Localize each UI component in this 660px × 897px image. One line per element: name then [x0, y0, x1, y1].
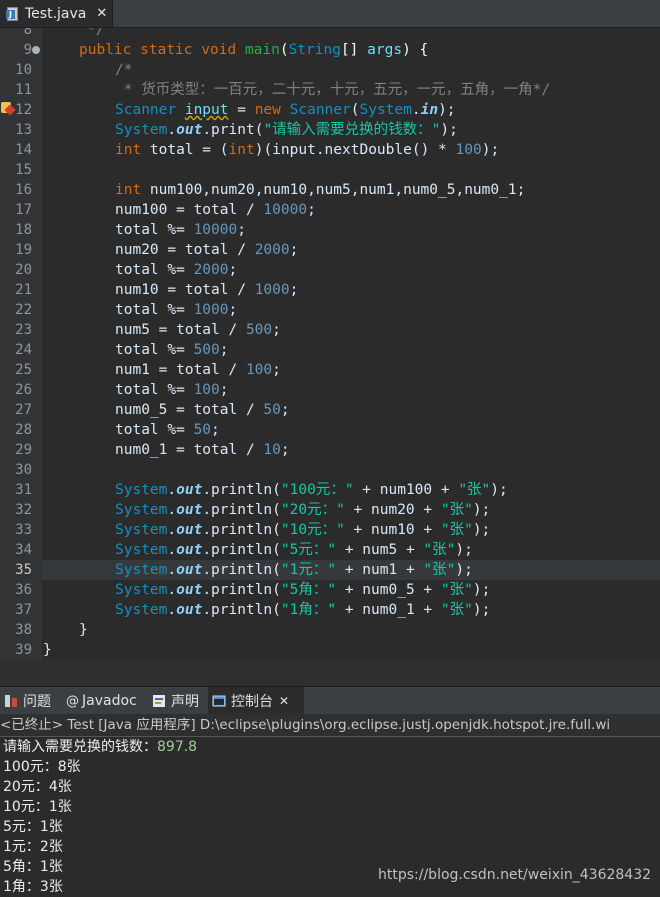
- close-tab-icon[interactable]: ✕: [96, 6, 107, 21]
- line-number: 14: [15, 142, 32, 158]
- line-number: 20: [15, 262, 32, 278]
- code-lines[interactable]: */ public static void main(String[] args…: [42, 28, 660, 660]
- console-icon: [212, 694, 226, 708]
- line-number: 27: [15, 402, 32, 418]
- line-number: 25: [15, 362, 32, 378]
- code-line: total %= 500;: [115, 342, 229, 358]
- fold-toggle-icon[interactable]: [32, 46, 40, 54]
- code-line: total %= 10000;: [115, 222, 246, 238]
- code-line: total %= 50;: [115, 422, 220, 438]
- line-number: 21: [15, 282, 32, 298]
- code-line: * 货币类型：一百元，二十元，十元，五元，一元，五角，一角*/: [115, 82, 551, 98]
- line-number: 31: [15, 482, 32, 498]
- console-line: 100元：8张: [3, 759, 81, 775]
- java-file-icon: J: [6, 6, 20, 21]
- line-number: 24: [15, 342, 32, 358]
- code-line: num100 = total / 10000;: [115, 202, 316, 218]
- code-line: /*: [115, 62, 133, 78]
- code-line: System.out.println("1角：" + num0_1 + "张")…: [115, 602, 491, 618]
- console-line: 5元：1张: [3, 819, 63, 835]
- tab-javadoc[interactable]: @ Javadoc: [66, 687, 137, 714]
- code-line: total %= 1000;: [115, 302, 238, 318]
- console-line: 5角：1张: [3, 859, 63, 875]
- declaration-icon: [152, 694, 166, 708]
- line-number: 23: [15, 322, 32, 338]
- code-line: System.out.println("100元：" + num100 + "张…: [115, 482, 508, 498]
- line-number: 33: [15, 522, 32, 538]
- code-line: total %= 100;: [115, 382, 229, 398]
- line-number: 30: [15, 462, 32, 478]
- line-number: 18: [15, 222, 32, 238]
- line-number: 12: [15, 102, 32, 118]
- line-number: 35: [15, 562, 32, 578]
- line-number: 8: [23, 28, 32, 38]
- code-line: System.out.println("10元：" + num10 + "张")…: [115, 522, 491, 538]
- line-number: 10: [15, 62, 32, 78]
- code-line: num5 = total / 500;: [115, 322, 281, 338]
- close-console-icon[interactable]: ✕: [279, 694, 289, 708]
- line-number: 19: [15, 242, 32, 258]
- code-line: */: [87, 28, 105, 38]
- tab-problems[interactable]: 问题: [4, 687, 51, 714]
- code-line: System.out.print("请输入需要兑换的钱数：");: [115, 122, 458, 138]
- line-number: 11: [15, 82, 32, 98]
- code-line: num10 = total / 1000;: [115, 282, 299, 298]
- tab-console[interactable]: 控制台 ✕: [208, 687, 304, 714]
- code-line: num0_5 = total / 50;: [115, 402, 290, 418]
- code-line: public static void main(String[] args) {: [79, 42, 429, 58]
- line-number: 13: [15, 122, 32, 138]
- line-number: 26: [15, 382, 32, 398]
- code-line: }: [79, 622, 88, 638]
- current-code-line: System.out.println("1元：" + num1 + "张");: [42, 560, 660, 580]
- line-number: 36: [15, 582, 32, 598]
- line-number: 37: [15, 602, 32, 618]
- console-status-line: <已终止> Test [Java 应用程序] D:\eclipse\plugin…: [0, 714, 660, 737]
- tab-declaration[interactable]: 声明: [152, 687, 199, 714]
- line-number: 34: [15, 542, 32, 558]
- line-number: 39: [15, 642, 32, 658]
- code-line: num20 = total / 2000;: [115, 242, 299, 258]
- line-number: 17: [15, 202, 32, 218]
- line-number-gutter: 8 9 10 11 12 13 14 15 16 17 18 19 20 21 …: [0, 28, 42, 660]
- code-editor[interactable]: 8 9 10 11 12 13 14 15 16 17 18 19 20 21 …: [0, 28, 660, 660]
- line-number: 16: [15, 182, 32, 198]
- editor-tab-test-java[interactable]: J Test.java ✕: [0, 0, 113, 27]
- line-number: 15: [15, 162, 32, 178]
- watermark: https://blog.csdn.net/weixin_43628432: [378, 867, 652, 883]
- code-line: num1 = total / 100;: [115, 362, 281, 378]
- line-number: 32: [15, 502, 32, 518]
- problems-icon: [4, 694, 18, 708]
- line-number: 22: [15, 302, 32, 318]
- console-user-input: 897.8: [157, 739, 198, 755]
- console-line: 20元：4张: [3, 779, 72, 795]
- code-line: Scanner input = new Scanner(System.in);: [115, 102, 456, 118]
- code-line: int total = (int)(input.nextDouble() * 1…: [115, 142, 500, 158]
- line-number: 29: [15, 442, 32, 458]
- code-line: System.out.println("5元：" + num5 + "张");: [115, 542, 473, 558]
- line-number: 38: [15, 622, 32, 638]
- code-line: System.out.println("5角：" + num0_5 + "张")…: [115, 582, 491, 598]
- console-line: 1角：3张: [3, 879, 63, 895]
- code-line: }: [43, 642, 52, 658]
- line-number: 9: [23, 42, 32, 58]
- code-line: System.out.println("20元：" + num20 + "张")…: [115, 502, 491, 518]
- console-line: 10元：1张: [3, 799, 72, 815]
- at-icon: @: [66, 693, 79, 709]
- bottom-panel-tabs: 问题 @ Javadoc 声明 控制台 ✕: [0, 686, 660, 715]
- editor-tab-bar: J Test.java ✕: [0, 0, 660, 28]
- code-line: total %= 2000;: [115, 262, 238, 278]
- code-line: int num100,num20,num10,num5,num1,num0_5,…: [115, 182, 526, 198]
- line-number: 28: [15, 422, 32, 438]
- tab-title: Test.java: [25, 5, 87, 22]
- console-line: 1元：2张: [3, 839, 63, 855]
- console-line: 请输入需要兑换的钱数：897.8: [3, 739, 198, 755]
- code-line: num0_1 = total / 10;: [115, 442, 290, 458]
